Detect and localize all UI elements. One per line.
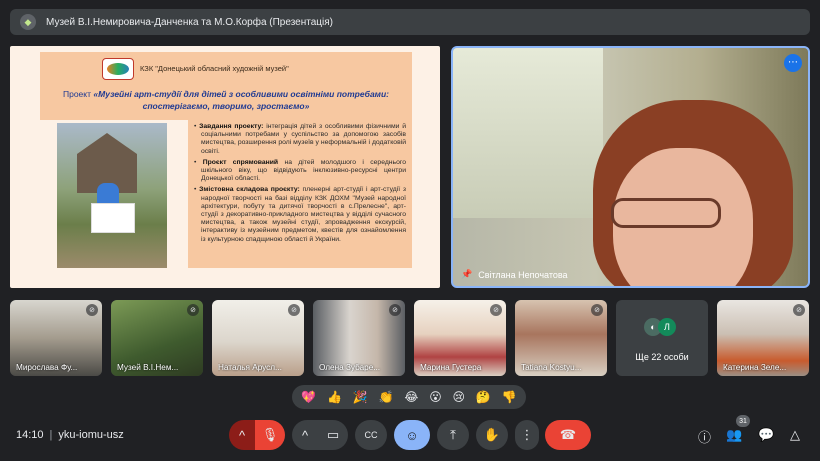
reaction-thumbs-up[interactable]: 👍 bbox=[327, 391, 342, 403]
reaction-thinking[interactable]: 🤔 bbox=[476, 391, 491, 403]
participants-count-badge: 31 bbox=[736, 415, 750, 427]
chat-icon[interactable]: 💬 bbox=[758, 427, 774, 443]
avatar: Л bbox=[658, 318, 676, 336]
present-screen-button[interactable]: ⤒ bbox=[437, 420, 469, 450]
reaction-clap[interactable]: 👏 bbox=[379, 391, 394, 403]
participant-tile[interactable]: ⊘ Наталья Арусл... bbox=[212, 300, 304, 376]
activities-icon[interactable]: △ bbox=[790, 427, 800, 443]
mic-off-icon: ⊘ bbox=[187, 304, 199, 316]
mic-off-icon: ⊘ bbox=[389, 304, 401, 316]
camera-button[interactable]: ▭ bbox=[318, 420, 348, 450]
slide-bullet: • Проєкт спрямований на дітей молодшого … bbox=[194, 158, 406, 183]
slide-photo bbox=[57, 123, 167, 268]
mic-off-icon: ⊘ bbox=[591, 304, 603, 316]
participant-tile[interactable]: ⊘ Олена Зубаре... bbox=[313, 300, 405, 376]
reaction-thumbs-down[interactable]: 👎 bbox=[502, 391, 517, 403]
raise-hand-button[interactable]: ✋ bbox=[476, 420, 508, 450]
clock-time: 14:10 bbox=[16, 429, 44, 441]
mic-off-icon: ⊘ bbox=[86, 304, 98, 316]
reaction-surprised[interactable]: 😮 bbox=[429, 391, 442, 403]
slide-project-title: Проект «Музейні арт-студії для дітей з о… bbox=[62, 89, 389, 111]
pin-icon[interactable]: 📌 bbox=[461, 269, 472, 280]
participant-name: Олена Зубаре... bbox=[319, 363, 381, 372]
reaction-party[interactable]: 🎉 bbox=[353, 391, 368, 403]
speaker-name: Світлана Непочатова bbox=[478, 269, 568, 280]
slide-bullet: • Завдання проекту: інтеграція дітей з о… bbox=[194, 123, 407, 155]
participant-name: Наталья Арусл... bbox=[218, 363, 282, 372]
mic-off-icon: ⊘ bbox=[490, 304, 502, 316]
mic-off-button[interactable]: 🎙 bbox=[255, 420, 285, 450]
reaction-heart[interactable]: 💖 bbox=[301, 391, 316, 403]
slide-header: КЗК "Донецький обласний художній музей" … bbox=[40, 52, 412, 120]
speaker-name-label: 📌 Світлана Непочатова bbox=[461, 269, 568, 280]
slide-org: КЗК "Донецький обласний художній музей" bbox=[140, 64, 289, 73]
meeting-details-icon[interactable]: ⓘ bbox=[698, 427, 711, 446]
reaction-laugh[interactable]: 😂 bbox=[404, 391, 418, 403]
meeting-code: yku-iomu-usz bbox=[58, 429, 124, 441]
people-icon[interactable]: 👥 bbox=[726, 427, 742, 443]
video-options-chevron-icon[interactable]: ^ bbox=[292, 420, 318, 450]
tile-more-options-button[interactable]: ⋯ bbox=[784, 54, 802, 72]
participant-tile[interactable]: ⊘ Tatiana Kostyu... bbox=[515, 300, 607, 376]
participant-name: Tatiana Kostyu... bbox=[521, 363, 582, 372]
meeting-title-bar: ◆ Музей В.І.Немировича-Данченка та М.О.К… bbox=[10, 9, 810, 35]
speaker-background-window bbox=[453, 48, 603, 218]
more-avatars: ◐ Л bbox=[644, 318, 676, 336]
captions-button[interactable]: CC bbox=[355, 420, 387, 450]
slide-bullets: • Завдання проекту: інтеграція дітей з о… bbox=[188, 120, 412, 268]
more-participants-label: Ще 22 особи bbox=[635, 352, 689, 362]
participant-tile[interactable]: ⊘ Мирослава Фу... bbox=[10, 300, 102, 376]
participant-strip: ⊘ Мирослава Фу... ⊘ Музей В.І.Нем... ⊘ Н… bbox=[10, 300, 810, 376]
leave-call-button[interactable]: ☎ bbox=[545, 420, 591, 450]
active-speaker-tile[interactable]: ⋯ 📌 Світлана Непочатова bbox=[451, 46, 810, 288]
museum-logo-icon bbox=[102, 58, 134, 80]
participant-tile[interactable]: ⊘ Марина Густера bbox=[414, 300, 506, 376]
participant-name: Музей В.І.Нем... bbox=[117, 363, 179, 372]
slide-bullet: • Змістовна складова проєкту: пленерні а… bbox=[194, 186, 406, 243]
mic-off-icon: ⊘ bbox=[793, 304, 805, 316]
audio-options-chevron-icon[interactable]: ^ bbox=[229, 420, 255, 450]
reactions-bar: 💖 👍 🎉 👏 😂 😮 😢 🤔 👎 bbox=[292, 385, 526, 409]
meeting-info: 14:10 | yku-iomu-usz bbox=[16, 429, 124, 441]
more-participants-tile[interactable]: ◐ Л Ще 22 особи bbox=[616, 300, 708, 376]
presentation-slide[interactable]: КЗК "Донецький обласний художній музей" … bbox=[10, 46, 440, 288]
participant-name: Катерина Зеле... bbox=[723, 363, 787, 372]
meeting-title: Музей В.І.Немировича-Данченка та М.О.Кор… bbox=[46, 16, 333, 28]
control-bar: 14:10 | yku-iomu-usz ^ 🎙 ^ ▭ CC ☺ ⤒ ✋ ⋮ ☎ … bbox=[0, 415, 820, 455]
speaker-glasses bbox=[611, 198, 721, 228]
participant-name: Марина Густера bbox=[420, 363, 482, 372]
mic-off-icon: ⊘ bbox=[288, 304, 300, 316]
emoji-button[interactable]: ☺ bbox=[394, 420, 430, 450]
reaction-sad[interactable]: 😢 bbox=[453, 391, 466, 403]
participant-tile[interactable]: ⊘ Музей В.І.Нем... bbox=[111, 300, 203, 376]
meeting-logo-icon: ◆ bbox=[20, 14, 36, 30]
participant-tile[interactable]: ⊘ Катерина Зеле... bbox=[717, 300, 809, 376]
more-options-button[interactable]: ⋮ bbox=[515, 420, 539, 450]
photo-poster bbox=[91, 203, 135, 233]
participant-name: Мирослава Фу... bbox=[16, 363, 78, 372]
